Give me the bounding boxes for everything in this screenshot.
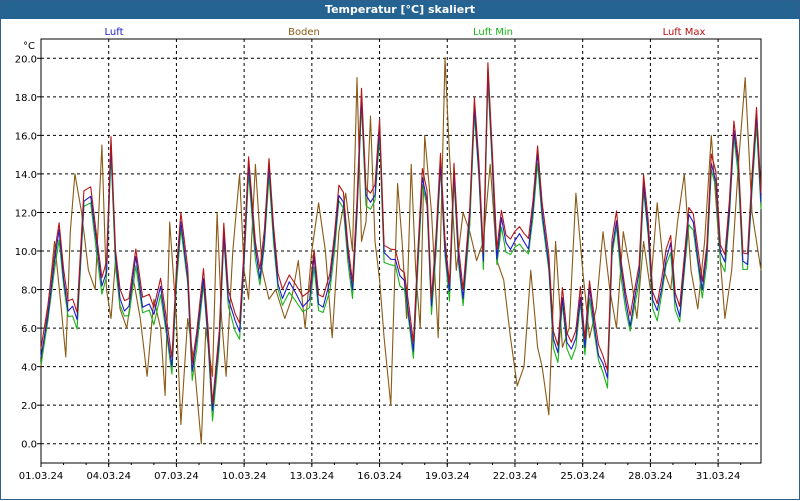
x-tick-label: 31.03.24: [696, 471, 741, 482]
y-axis-label: °C: [23, 41, 35, 52]
x-tick-label: 19.03.24: [425, 471, 470, 482]
x-tick-label: 01.03.24: [19, 471, 64, 482]
y-tick-label: 10.0: [15, 247, 37, 258]
y-tick-label: 6.0: [21, 324, 37, 335]
y-tick-label: 4.0: [21, 363, 37, 374]
legend-item-luft-max: Luft Max: [663, 27, 706, 38]
x-tick-label: 07.03.24: [154, 471, 199, 482]
y-tick-label: 20.0: [15, 54, 37, 65]
x-tick-label: 25.03.24: [560, 471, 605, 482]
y-tick-label: 18.0: [15, 93, 37, 104]
y-tick-label: 16.0: [15, 131, 37, 142]
x-tick-label: 28.03.24: [628, 471, 673, 482]
legend-item-luft-min: Luft Min: [473, 27, 513, 38]
legend-item-luft: Luft: [105, 27, 124, 38]
x-tick-label: 04.03.24: [86, 471, 131, 482]
y-tick-label: 0.0: [21, 440, 37, 451]
y-tick-label: 8.0: [21, 286, 37, 297]
x-tick-label: 16.03.24: [357, 471, 402, 482]
y-tick-label: 12.0: [15, 208, 37, 219]
x-tick-label: 10.03.24: [222, 471, 267, 482]
legend-item-boden: Boden: [288, 27, 320, 38]
y-tick-label: 14.0: [15, 170, 37, 181]
x-tick-label: 22.03.24: [493, 471, 538, 482]
x-tick-label: 13.03.24: [290, 471, 335, 482]
y-tick-label: 2.0: [21, 401, 37, 412]
chart-window: Temperatur [°C] skaliert °C 0.0 2.0 4.0 6.0 8…: [0, 0, 800, 500]
temperature-chart: °C 0.0 2.0 4.0 6.0 8.0 10.0 12.0 14.0 16.0 18.0 20.…: [15, 27, 762, 482]
